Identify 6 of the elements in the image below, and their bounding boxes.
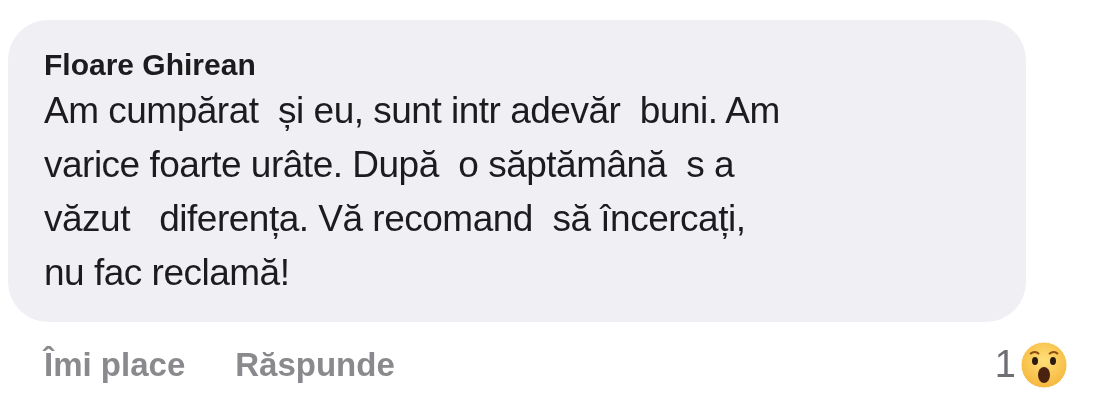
wow-reaction-icon[interactable]	[1020, 340, 1068, 389]
comment-author[interactable]: Floare Ghirean	[44, 46, 1006, 84]
reaction-count: 1	[994, 342, 1016, 387]
comment-action-link[interactable]: Îmi place	[44, 339, 186, 390]
comment-action-link[interactable]: Răspunde	[235, 339, 395, 390]
comment-text: Am cumpărat și eu, sunt intr adevăr buni. Am varice foarte urâte. După o săptămână s a văzut diferența. Vă recomand să încercați, nu fac reclamă!	[44, 89, 781, 295]
